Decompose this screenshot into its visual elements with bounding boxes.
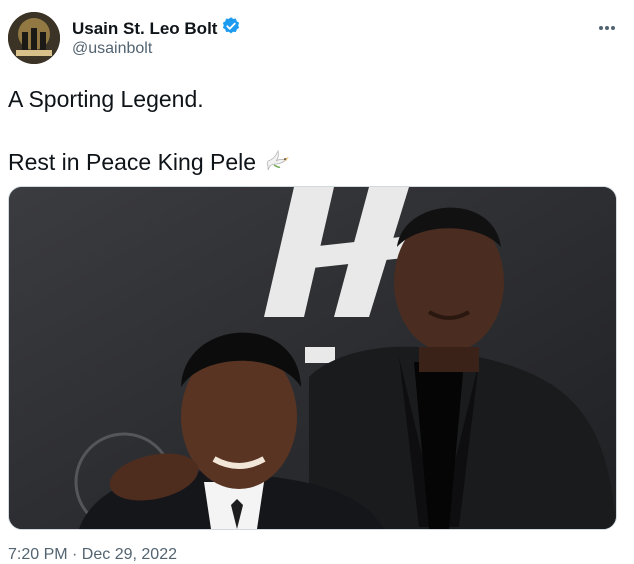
avatar[interactable] (8, 12, 60, 64)
display-name[interactable]: Usain St. Leo Bolt (72, 19, 217, 39)
tweet-timestamp[interactable]: 7:20 PM · Dec 29, 2022 (8, 546, 177, 564)
author-handle[interactable]: @usainbolt (72, 40, 152, 58)
tweet-text-line-2: Rest in Peace King Pele (8, 145, 292, 179)
dove-icon (264, 145, 292, 179)
more-options-icon[interactable] (598, 14, 616, 37)
verified-badge-icon (221, 16, 241, 41)
author-name-row: Usain St. Leo Bolt (72, 16, 241, 41)
tweet-photo[interactable] (8, 186, 617, 530)
tweet-text-line-1: A Sporting Legend. (8, 86, 204, 112)
tweet-text-line-2-label: Rest in Peace King Pele (8, 148, 257, 175)
